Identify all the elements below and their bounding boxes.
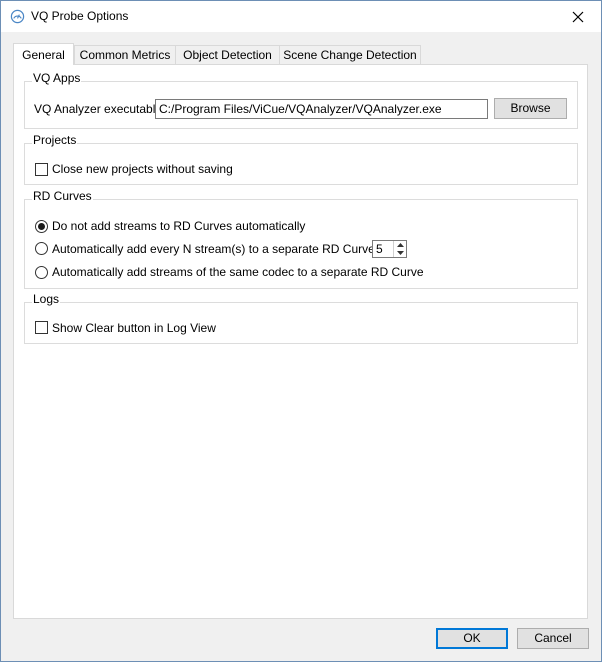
analyzer-path-input[interactable]: C:/Program Files/ViCue/VQAnalyzer/VQAnal… <box>155 99 488 119</box>
rd-curves-group: RD Curves Do not add streams to RD Curve… <box>24 189 578 289</box>
radio-no-auto-add-label: Do not add streams to RD Curves automati… <box>52 219 306 233</box>
app-gauge-icon <box>10 9 25 24</box>
stepper-down-button[interactable] <box>394 249 406 257</box>
vq-apps-title: VQ Apps <box>32 71 82 85</box>
arrow-up-icon <box>396 243 404 247</box>
general-tab-panel: VQ Apps VQ Analyzer executable C:/Progra… <box>13 64 588 619</box>
n-stepper-arrows <box>393 241 406 257</box>
options-dialog: VQ Probe Options General Common Metrics … <box>0 0 602 662</box>
tab-general[interactable]: General <box>13 43 74 65</box>
tab-common-metrics[interactable]: Common Metrics <box>74 45 176 64</box>
browse-button[interactable]: Browse <box>494 98 567 119</box>
close-button[interactable] <box>555 1 601 32</box>
radio-same-codec[interactable] <box>35 266 48 279</box>
cancel-button[interactable]: Cancel <box>517 628 589 649</box>
projects-title: Projects <box>32 133 78 147</box>
close-without-saving-checkbox[interactable] <box>35 163 48 176</box>
vq-apps-group: VQ Apps VQ Analyzer executable C:/Progra… <box>24 71 578 129</box>
arrow-down-icon <box>396 251 404 255</box>
radio-same-codec-label: Automatically add streams of the same co… <box>52 265 424 279</box>
show-clear-button-checkbox[interactable] <box>35 321 48 334</box>
close-icon <box>572 11 584 22</box>
radio-no-auto-add[interactable] <box>35 220 48 233</box>
ok-button[interactable]: OK <box>436 628 508 649</box>
rd-curves-title: RD Curves <box>32 189 93 203</box>
radio-every-n-streams[interactable] <box>35 242 48 255</box>
title-bar: VQ Probe Options <box>1 1 601 32</box>
logs-group: Logs Show Clear button in Log View <box>24 292 578 344</box>
radio-every-n-streams-label: Automatically add every N stream(s) to a… <box>52 242 394 256</box>
projects-group: Projects Close new projects without savi… <box>24 133 578 185</box>
window-title: VQ Probe Options <box>31 9 129 23</box>
show-clear-button-label: Show Clear button in Log View <box>52 321 216 335</box>
n-stepper[interactable]: 5 <box>372 240 407 258</box>
logs-title: Logs <box>32 292 61 306</box>
tab-object-detection[interactable]: Object Detection <box>175 45 280 64</box>
close-without-saving-label: Close new projects without saving <box>52 162 233 176</box>
stepper-up-button[interactable] <box>394 241 406 249</box>
n-value: 5 <box>376 242 383 256</box>
tab-scene-change-detection[interactable]: Scene Change Detection <box>279 45 421 64</box>
analyzer-label: VQ Analyzer executable <box>34 102 163 116</box>
